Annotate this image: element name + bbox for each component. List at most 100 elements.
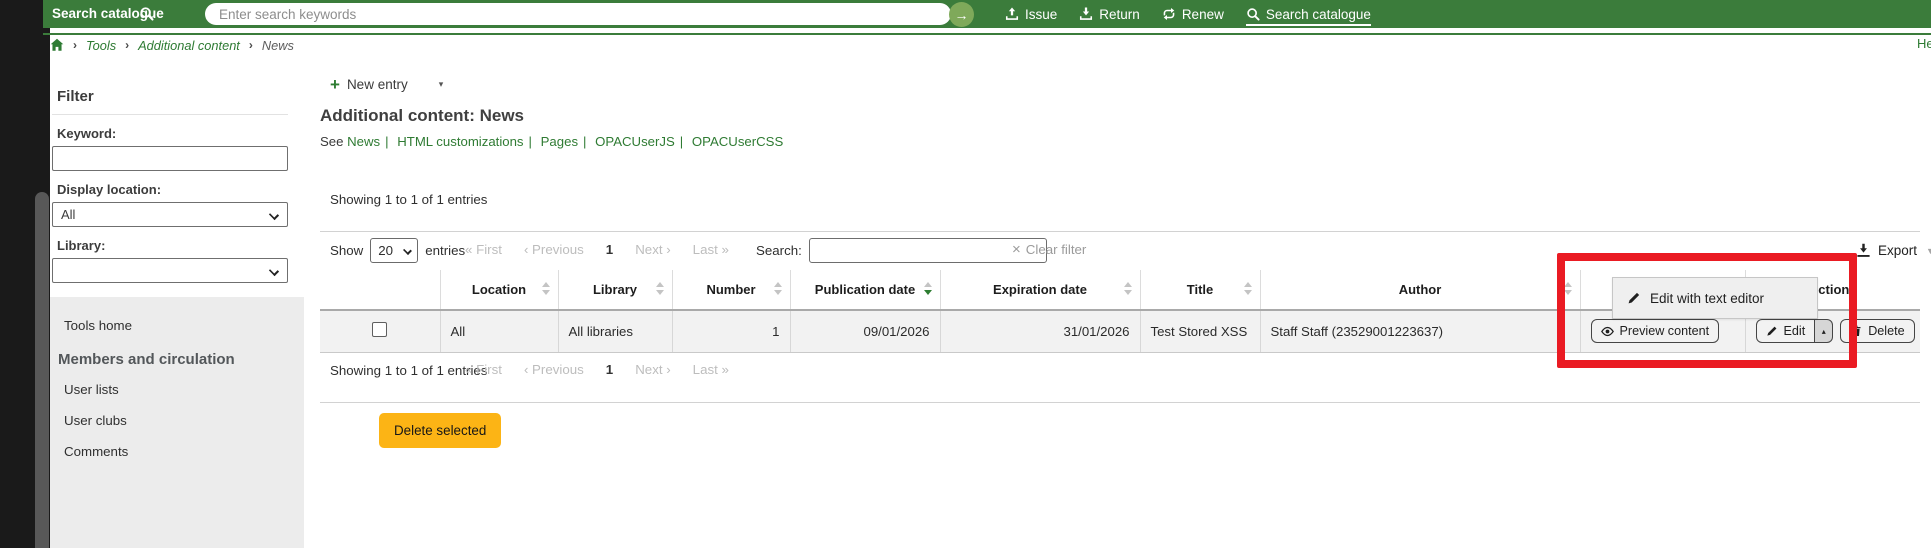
column-expiration-date[interactable]: Expiration date	[940, 270, 1140, 310]
pagination-bottom: « First ‹ Previous 1 Next › Last »	[465, 362, 729, 377]
koha-staff-interface: Search catalogue → Issue Return	[0, 0, 1931, 548]
export-button[interactable]: Export ▼	[1856, 243, 1931, 258]
preview-content-label: Preview content	[1620, 324, 1710, 338]
column-publication-date[interactable]: Publication date	[790, 270, 940, 310]
sort-icon	[1124, 282, 1132, 295]
pagination-previous[interactable]: ‹ Previous	[524, 362, 584, 377]
link-opacuserjs[interactable]: OPACUserJS	[595, 134, 675, 149]
clear-filter-label: Clear filter	[1026, 242, 1087, 257]
table-search-label: Search:	[756, 243, 802, 258]
row-location: All	[440, 310, 558, 352]
new-entry-button[interactable]: + New entry ▾	[330, 76, 443, 93]
clear-icon: ×	[1012, 242, 1021, 257]
pencil-icon	[1766, 325, 1778, 337]
column-library[interactable]: Library	[558, 270, 672, 310]
sort-icon	[1244, 282, 1252, 295]
delete-label: Delete	[1868, 324, 1904, 338]
link-news[interactable]: News	[347, 134, 380, 149]
chevron-down-icon	[269, 210, 279, 220]
filter-panel: Filter Keyword: Display location: All Li…	[52, 88, 288, 312]
preview-content-button[interactable]: Preview content	[1591, 319, 1720, 343]
display-location-select[interactable]: All	[52, 202, 288, 227]
see-links: See News| HTML customizations| Pages| OP…	[320, 134, 783, 149]
search-icon	[139, 6, 154, 21]
breadcrumb-separator: ›	[249, 38, 253, 52]
sidebar-item-user-clubs[interactable]: User clubs	[50, 405, 304, 436]
new-entry-dropdown-toggle[interactable]: ▾	[439, 79, 444, 90]
pencil-icon	[1627, 291, 1641, 305]
column-author[interactable]: Author	[1260, 270, 1580, 310]
column-select	[320, 270, 440, 310]
column-title[interactable]: Title	[1140, 270, 1260, 310]
library-select[interactable]	[52, 258, 288, 283]
pagination-last[interactable]: Last »	[693, 242, 729, 257]
breadcrumb-news: News	[262, 38, 294, 53]
row-expiration-date: 31/01/2026	[940, 310, 1140, 352]
new-entry-label: New entry	[347, 77, 408, 92]
sort-icon	[542, 282, 550, 295]
pagination-first[interactable]: « First	[465, 242, 502, 257]
show-label: Show	[330, 243, 363, 258]
keyword-input[interactable]	[52, 146, 288, 171]
pagination-last[interactable]: Last »	[693, 362, 729, 377]
page-length-select[interactable]: 20	[370, 238, 418, 263]
column-number[interactable]: Number	[672, 270, 790, 310]
breadcrumb-separator: ›	[125, 38, 129, 52]
row-checkbox[interactable]	[372, 322, 387, 337]
breadcrumb: › Tools › Additional content › News	[50, 35, 294, 55]
pagination-previous[interactable]: ‹ Previous	[524, 242, 584, 257]
plus-icon: +	[330, 76, 340, 93]
delete-button[interactable]: Delete	[1840, 319, 1914, 343]
left-scrollbar-thumb[interactable]	[35, 192, 49, 548]
edit-dropdown-toggle[interactable]: ▴	[1815, 319, 1833, 343]
left-rail	[0, 0, 50, 548]
row-title: Test Stored XSS	[1140, 310, 1260, 352]
sort-icon	[774, 282, 782, 295]
sidebar-item-user-lists[interactable]: User lists	[50, 374, 304, 405]
edit-with-text-editor-item[interactable]: Edit with text editor	[1650, 291, 1764, 306]
row-publication-date: 09/01/2026	[790, 310, 940, 352]
link-pages[interactable]: Pages	[541, 134, 578, 149]
table-search: Search:	[756, 238, 1047, 263]
display-location-label: Display location:	[57, 182, 288, 197]
chevron-down-icon	[403, 246, 412, 255]
export-download-icon	[1856, 243, 1871, 258]
link-html-customizations[interactable]: HTML customizations	[397, 134, 523, 149]
eye-icon	[1601, 325, 1614, 338]
table-info-bottom: Showing 1 to 1 of 1 entries	[330, 363, 487, 378]
clear-filter-button[interactable]: × Clear filter	[1012, 242, 1086, 257]
sidebar-item-comments[interactable]: Comments	[50, 436, 304, 467]
edit-button[interactable]: Edit	[1756, 319, 1816, 343]
link-separator: |	[385, 134, 388, 149]
sort-icon	[656, 282, 664, 295]
sort-icon	[1564, 282, 1572, 295]
sidebar-menu: Tools home Members and circulation User …	[50, 297, 304, 548]
pagination-next[interactable]: Next ›	[635, 242, 670, 257]
link-opacusercss[interactable]: OPACUserCSS	[692, 134, 783, 149]
chevron-down-icon: ▼	[1926, 246, 1931, 256]
sidebar-item-tools-home[interactable]: Tools home	[50, 310, 304, 341]
pagination-next[interactable]: Next ›	[635, 362, 670, 377]
keyword-label: Keyword:	[57, 126, 288, 141]
content-divider	[320, 402, 1920, 403]
breadcrumb-additional-content[interactable]: Additional content	[138, 38, 240, 53]
table-info-top: Showing 1 to 1 of 1 entries	[330, 192, 487, 207]
breadcrumb-tools[interactable]: Tools	[86, 38, 116, 53]
pagination-page-1[interactable]: 1	[606, 242, 613, 257]
filter-title: Filter	[52, 88, 288, 115]
row-library: All libraries	[558, 310, 672, 352]
column-location[interactable]: Location	[440, 270, 558, 310]
breadcrumb-separator: ›	[73, 38, 77, 52]
pagination-first[interactable]: « First	[465, 362, 502, 377]
export-label: Export	[1878, 243, 1917, 258]
link-separator: |	[583, 134, 586, 149]
pagination-page-1[interactable]: 1	[606, 362, 613, 377]
main-content: + New entry ▾ Additional content: News S…	[320, 0, 1931, 548]
edit-dropdown-menu: Edit with text editor	[1612, 277, 1818, 319]
entries-label: entries	[425, 243, 465, 258]
home-icon[interactable]	[50, 38, 64, 52]
page-title: Additional content: News	[320, 106, 524, 126]
delete-selected-button[interactable]: Delete selected	[379, 413, 501, 448]
row-select-cell	[320, 310, 440, 352]
see-prefix: See	[320, 134, 343, 149]
